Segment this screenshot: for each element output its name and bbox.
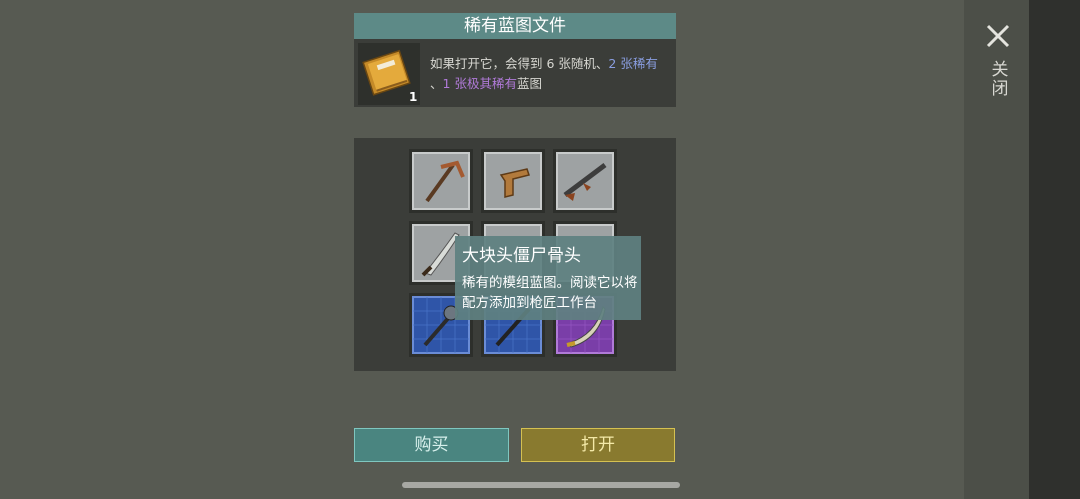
desc-rare-count: 2 张稀有 xyxy=(608,56,658,71)
item-title: 稀有蓝图文件 xyxy=(354,13,676,39)
pistol-icon xyxy=(484,152,542,210)
close-icon xyxy=(986,24,1010,48)
desc-epic-count: 1 张极其稀有 xyxy=(442,76,517,91)
item-info-panel: 1 如果打开它，会得到 6 张随机、2 张稀有 、1 张极其稀有蓝图 xyxy=(354,39,676,107)
desc-text: 如果打开它，会得到 6 张随机、 xyxy=(430,56,609,71)
close-button[interactable]: 关闭 xyxy=(978,18,1018,108)
blueprint-slot[interactable] xyxy=(409,149,473,213)
screen-edge xyxy=(1029,0,1080,499)
blueprint-slot[interactable] xyxy=(553,149,617,213)
assault-rifle-icon xyxy=(556,152,614,210)
desc-text: 、 xyxy=(430,76,443,91)
pickaxe-icon xyxy=(412,152,470,210)
horizontal-scrollbar[interactable] xyxy=(402,482,680,488)
open-button[interactable]: 打开 xyxy=(521,428,675,462)
close-label: 关闭 xyxy=(987,60,1008,98)
item-count: 1 xyxy=(409,90,418,104)
tooltip-title: 大块头僵尸骨头 xyxy=(462,246,581,266)
item-description: 如果打开它，会得到 6 张随机、2 张稀有 、1 张极其稀有蓝图 xyxy=(430,54,670,94)
tooltip-body: 稀有的模组蓝图。阅读它以将配方添加到枪匠工作台 xyxy=(462,275,638,311)
blueprint-slot[interactable] xyxy=(481,149,545,213)
desc-text: 蓝图 xyxy=(516,76,542,91)
item-tooltip: 大块头僵尸骨头 稀有的模组蓝图。阅读它以将配方添加到枪匠工作台 xyxy=(455,236,641,320)
buy-button[interactable]: 购买 xyxy=(354,428,509,462)
